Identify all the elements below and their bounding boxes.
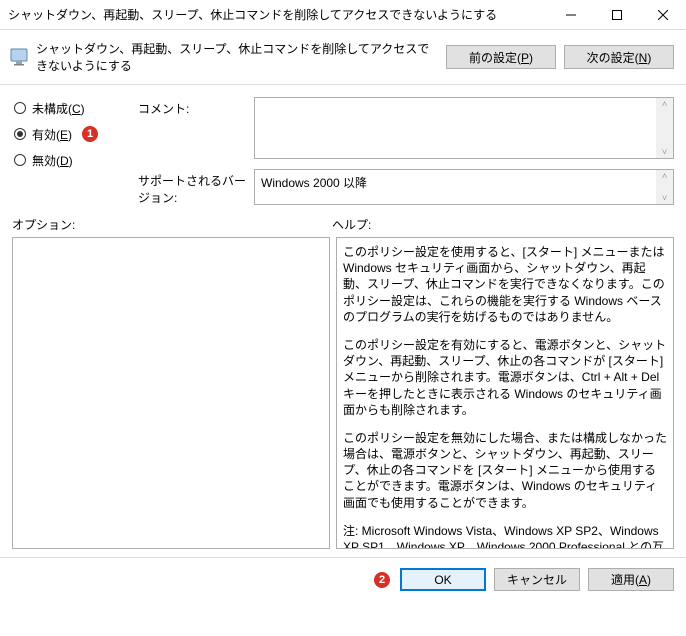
help-paragraph: このポリシー設定を無効にした場合、または構成しなかった場合は、電源ボタンと、シャ… [343, 430, 667, 511]
help-paragraph: このポリシー設定を使用すると、[スタート] メニューまたは Windows セキ… [343, 244, 667, 325]
options-pane [12, 237, 330, 549]
setting-name-label: シャットダウン、再起動、スリープ、休止コマンドを削除してアクセスできないようにす… [36, 40, 438, 74]
scrollbar[interactable]: ˄˅ [656, 170, 673, 204]
supported-on-box: Windows 2000 以降 ˄˅ [254, 169, 674, 205]
help-paragraph: 注: Microsoft Windows Vista、Windows XP SP… [343, 523, 667, 549]
supported-on-value: Windows 2000 以降 [261, 174, 367, 191]
close-button[interactable] [640, 0, 686, 29]
comment-textarea[interactable]: ˄˅ [254, 97, 674, 159]
radio-icon [14, 154, 26, 166]
footer: 2 OK キャンセル 適用(A) [0, 557, 686, 601]
help-label: ヘルプ: [332, 216, 371, 233]
radio-icon [14, 102, 26, 114]
help-paragraph: このポリシー設定を有効にすると、電源ボタンと、シャットダウン、再起動、スリープ、… [343, 337, 667, 418]
policy-icon [10, 48, 28, 66]
radio-enabled[interactable]: 有効(E) 1 [14, 123, 132, 145]
previous-setting-button[interactable]: 前の設定(P) [446, 45, 556, 69]
window-title: シャットダウン、再起動、スリープ、休止コマンドを削除してアクセスできないようにす… [8, 6, 548, 23]
help-pane: このポリシー設定を使用すると、[スタート] メニューまたは Windows セキ… [336, 237, 674, 549]
section-labels: オプション: ヘルプ: [0, 206, 686, 237]
apply-button[interactable]: 適用(A) [588, 568, 674, 591]
comment-label: コメント: [138, 97, 248, 117]
annotation-2: 2 [374, 572, 390, 588]
titlebar: シャットダウン、再起動、スリープ、休止コマンドを削除してアクセスできないようにす… [0, 0, 686, 30]
state-radios: 未構成(C) 有効(E) 1 無効(D) [12, 97, 132, 175]
annotation-1: 1 [82, 126, 98, 142]
next-setting-button[interactable]: 次の設定(N) [564, 45, 674, 69]
window-controls [548, 0, 686, 29]
toolbar: シャットダウン、再起動、スリープ、休止コマンドを削除してアクセスできないようにす… [0, 30, 686, 82]
body-area: 未構成(C) 有効(E) 1 無効(D) コメント: ˄˅ サポートされるバージ… [0, 91, 686, 206]
ok-button[interactable]: OK [400, 568, 486, 591]
minimize-button[interactable] [548, 0, 594, 29]
radio-disabled[interactable]: 無効(D) [14, 149, 132, 171]
radio-icon [14, 128, 26, 140]
panes: このポリシー設定を使用すると、[スタート] メニューまたは Windows セキ… [0, 237, 686, 549]
maximize-button[interactable] [594, 0, 640, 29]
radio-not-configured[interactable]: 未構成(C) [14, 97, 132, 119]
cancel-button[interactable]: キャンセル [494, 568, 580, 591]
scrollbar[interactable]: ˄˅ [656, 98, 673, 158]
supported-label: サポートされるバージョン: [138, 169, 248, 206]
options-label: オプション: [12, 216, 332, 233]
divider [0, 84, 686, 85]
